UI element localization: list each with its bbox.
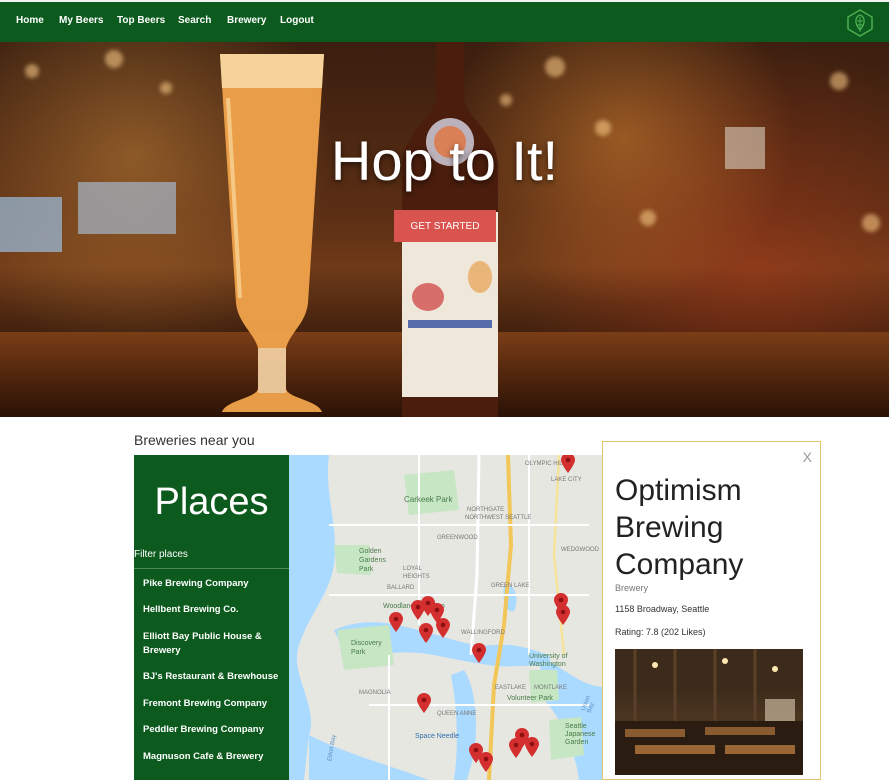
lake-union: [451, 670, 476, 780]
puget-sound: [289, 455, 336, 780]
brewery-address: 1158 Broadway, Seattle: [615, 604, 710, 614]
map-label-northgate: NORTHGATE: [467, 507, 505, 513]
map-label-wedgwood: WEDGWOOD: [561, 547, 599, 553]
map-marker-icon[interactable]: [525, 737, 539, 757]
map-label-wallingford: WALLINGFORD: [461, 630, 505, 636]
bokeh-light: [862, 214, 880, 232]
nav-home[interactable]: Home: [16, 15, 44, 26]
bokeh-light: [105, 50, 123, 68]
map-marker-icon[interactable]: [417, 693, 431, 713]
map-label-eastlake: EASTLAKE: [495, 685, 527, 691]
hero-banner: Hop to It! GET STARTED: [0, 42, 889, 417]
background-monitor: [0, 197, 62, 252]
place-item-fremont[interactable]: Fremont Brewing Company: [143, 697, 285, 711]
brewery-photo: [615, 649, 803, 775]
place-item-elliott-bay[interactable]: Elliott Bay Public House & Brewery: [143, 630, 285, 658]
map-label-queen-anne: QUEEN ANNE: [437, 711, 477, 717]
places-title: Places: [154, 481, 269, 523]
bokeh-light: [545, 57, 565, 77]
map-marker-icon[interactable]: [509, 738, 523, 758]
places-panel: Places Filter places Pike Brewing Compan…: [134, 455, 289, 780]
map-label-carkeek: Carkeek Park: [404, 495, 453, 504]
map-label-university: University of Washington: [529, 653, 568, 668]
map-label-ballard: BALLARD: [387, 585, 415, 591]
map-label-north-seattle: NORTHWEST SEATTLE: [465, 515, 532, 521]
map-marker-icon[interactable]: [389, 612, 403, 632]
place-item-bjs[interactable]: BJ's Restaurant & Brewhouse: [143, 670, 285, 684]
brewery-rating: Rating: 7.8 (202 Likes): [615, 627, 706, 637]
hop-icon[interactable]: [845, 8, 875, 38]
nav-my-beers[interactable]: My Beers: [59, 15, 103, 26]
bokeh-light: [640, 210, 656, 226]
nav-logout[interactable]: Logout: [280, 15, 314, 26]
place-item-peddler[interactable]: Peddler Brewing Company: [143, 723, 285, 737]
brewery-type: Brewery: [615, 583, 649, 593]
map-marker-icon[interactable]: [556, 605, 570, 625]
filter-places-input[interactable]: Filter places: [134, 549, 188, 560]
brewery-interior-image: [615, 649, 803, 775]
i5-highway: [487, 455, 514, 780]
map-marker-icon[interactable]: [561, 455, 575, 473]
section-heading: Breweries near you: [134, 432, 255, 448]
place-item-hellbent[interactable]: Hellbent Brewing Co.: [143, 603, 285, 617]
map-label-montlake: MONTLAKE: [534, 685, 568, 691]
bokeh-light: [830, 72, 848, 90]
place-item-pike[interactable]: Pike Brewing Company: [143, 577, 285, 591]
carkeek-park: [404, 470, 459, 515]
aurora-ave: [469, 455, 481, 656]
top-navbar: Home My Beers Top Beers Search Brewery L…: [0, 0, 889, 42]
get-started-button[interactable]: GET STARTED: [394, 210, 496, 242]
place-item-magnuson[interactable]: Magnuson Cafe & Brewery: [143, 750, 285, 764]
bokeh-light: [160, 82, 172, 94]
map-view[interactable]: Carkeek Park NORTHGATE NORTHWEST SEATTLE…: [289, 455, 602, 780]
map-label-space-needle: Space Needle: [415, 733, 459, 740]
map-label-greenwood: GREENWOOD: [437, 535, 478, 541]
lake-city-way: [552, 455, 566, 656]
map-label-discovery: Discovery Park: [351, 640, 382, 656]
map-label-golden-gardens: Golden Gardens Park: [359, 548, 386, 573]
beer-glass: [220, 54, 324, 412]
brewery-info-card: X Optimism Brewing Company Brewery 1158 …: [602, 441, 821, 780]
map-label-magnolia: MAGNOLIA: [359, 690, 391, 696]
map-label-green-lake: GREEN LAKE: [491, 583, 530, 589]
hero-title: Hop to It!: [330, 129, 559, 192]
map-label-loyal-heights: LOYAL HEIGHTS: [403, 566, 430, 580]
filter-underline: [134, 568, 289, 569]
map-label-japanese-garden: Seattle Japanese Garden: [565, 723, 596, 746]
bokeh-light: [25, 64, 39, 78]
map-marker-icon[interactable]: [479, 752, 493, 772]
nav-search[interactable]: Search: [178, 15, 211, 26]
map-label-lake-city: LAKE CITY: [551, 477, 582, 483]
map-marker-icon[interactable]: [419, 623, 433, 643]
close-button[interactable]: X: [803, 449, 812, 465]
nav-top-beers[interactable]: Top Beers: [117, 15, 165, 26]
map-marker-icon[interactable]: [436, 618, 450, 638]
map-marker-icon[interactable]: [472, 643, 486, 663]
nav-brewery[interactable]: Brewery: [227, 15, 266, 26]
map-label-volunteer-park: Volunteer Park: [507, 695, 553, 702]
brewery-name: Optimism Brewing Company: [615, 474, 744, 581]
